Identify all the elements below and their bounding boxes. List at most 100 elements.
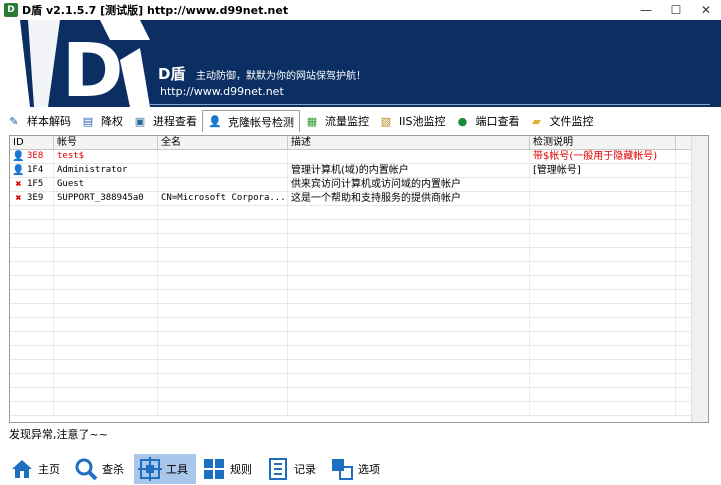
user-icon: 👤 (208, 115, 222, 128)
empty-cell (10, 206, 54, 219)
empty-cell (158, 304, 288, 317)
tab-strip: ✎ 样本解码 ▤ 降权 ▣ 进程查看 👤 克隆帐号检测 ▦ 流量监控 ▧ IIS池监控 ● 端… (2, 110, 598, 132)
empty-row (10, 304, 708, 318)
banner: D D盾 主动防御，默默为你的网站保驾护航！ http://www.d99net… (0, 20, 721, 107)
minimize-button[interactable]: — (631, 0, 661, 20)
tab-clone-account[interactable]: 👤 克隆帐号检测 (202, 110, 300, 132)
empty-cell (10, 402, 54, 415)
empty-cell (288, 346, 530, 359)
empty-cell (54, 220, 158, 233)
title-bar: D D盾 v2.1.5.7 [测试版] http://www.d99net.ne… (0, 0, 721, 20)
empty-cell (288, 402, 530, 415)
empty-row (10, 262, 708, 276)
options-icon (330, 457, 354, 481)
search-icon (74, 457, 98, 481)
table-row[interactable]: 👤 1F4 Administrator 管理计算机(域)的内置帐户 [管理帐号] (10, 164, 708, 178)
empty-cell (10, 262, 54, 275)
empty-cell (158, 248, 288, 261)
window-title: D盾 v2.1.5.7 [测试版] http://www.d99net.net (22, 4, 289, 17)
log-button[interactable]: 记录 (262, 454, 324, 484)
tab-file-monitor[interactable]: ▰ 文件监控 (524, 110, 598, 132)
banner-slogan: 主动防御，默默为你的网站保驾护航！ (196, 71, 366, 82)
empty-cell (530, 304, 676, 317)
empty-row (10, 374, 708, 388)
empty-row (10, 346, 708, 360)
tab-privilege[interactable]: ▤ 降权 (76, 110, 128, 132)
list-header: ID 帐号 全名 描述 检测说明 (10, 136, 708, 150)
empty-row (10, 402, 708, 416)
disabled-x-icon: ✖ (15, 179, 22, 190)
tab-process[interactable]: ▣ 进程查看 (128, 110, 202, 132)
empty-cell (288, 388, 530, 401)
empty-cell (530, 248, 676, 261)
detection-note-cell (530, 178, 676, 191)
column-header-fullname[interactable]: 全名 (158, 136, 288, 149)
empty-cell (158, 346, 288, 359)
banner-divider (150, 104, 710, 105)
bottom-toolbar: 主页 查杀 工具 规则 记录 选项 (0, 452, 721, 485)
empty-cell (530, 360, 676, 373)
column-header-detection-note[interactable]: 检测说明 (530, 136, 676, 149)
empty-cell (158, 290, 288, 303)
detection-note-cell (530, 192, 676, 205)
pen-icon: ✎ (9, 114, 19, 128)
empty-cell (288, 290, 530, 303)
empty-cell (54, 248, 158, 261)
empty-cell (530, 402, 676, 415)
detection-note-cell: 带$帐号(一般用于隐藏帐号) (530, 150, 676, 163)
empty-cell (54, 234, 158, 247)
fullname-cell (158, 164, 288, 177)
empty-row (10, 388, 708, 402)
empty-row (10, 332, 708, 346)
empty-cell (54, 290, 158, 303)
logo-graphic: D (0, 20, 150, 107)
tab-iis-pool[interactable]: ▧ IIS池监控 (374, 110, 450, 132)
empty-row (10, 220, 708, 234)
empty-cell (10, 388, 54, 401)
description-cell: 供来宾访问计算机或访问域的内置帐户 (288, 178, 530, 191)
empty-cell (288, 318, 530, 331)
empty-cell (54, 360, 158, 373)
grid-icon (202, 457, 226, 481)
tools-icon (138, 456, 162, 481)
tab-sample-decode[interactable]: ✎ 样本解码 (2, 110, 76, 132)
home-button[interactable]: 主页 (6, 454, 68, 484)
fullname-cell: CN=Microsoft Corpora... (158, 192, 288, 205)
empty-cell (158, 374, 288, 387)
empty-cell (288, 332, 530, 345)
account-cell: Guest (54, 178, 158, 191)
banner-url[interactable]: http://www.d99net.net (160, 85, 284, 98)
empty-rows (10, 206, 708, 416)
empty-cell (54, 388, 158, 401)
scan-button[interactable]: 查杀 (70, 454, 132, 484)
empty-cell (530, 234, 676, 247)
empty-row (10, 234, 708, 248)
empty-cell (10, 332, 54, 345)
table-row[interactable]: ✖ 3E9 SUPPORT_388945a0 CN=Microsoft Corpo… (10, 192, 708, 206)
empty-cell (530, 262, 676, 275)
account-list[interactable]: ID 帐号 全名 描述 检测说明 👤 3E8 test$ 带$帐号(一般用于隐藏帐… (9, 135, 709, 423)
account-cell: test$ (54, 150, 158, 163)
vertical-scrollbar[interactable] (691, 136, 708, 422)
empty-cell (10, 276, 54, 289)
options-button[interactable]: 选项 (326, 454, 388, 484)
empty-cell (10, 318, 54, 331)
log-icon (266, 457, 290, 481)
tools-button[interactable]: 工具 (134, 453, 196, 484)
fullname-cell (158, 150, 288, 163)
table-row[interactable]: ✖ 1F5 Guest 供来宾访问计算机或访问域的内置帐户 (10, 178, 708, 192)
column-header-description[interactable]: 描述 (288, 136, 530, 149)
column-header-id[interactable]: ID (10, 136, 54, 149)
empty-cell (158, 206, 288, 219)
empty-cell (10, 248, 54, 261)
table-row[interactable]: 👤 3E8 test$ 带$帐号(一般用于隐藏帐号) (10, 150, 708, 164)
close-button[interactable]: ✕ (691, 0, 721, 20)
maximize-button[interactable]: ☐ (661, 0, 691, 20)
empty-cell (158, 276, 288, 289)
empty-cell (10, 360, 54, 373)
tab-ports[interactable]: ● 端口查看 (450, 110, 524, 132)
column-header-account[interactable]: 帐号 (54, 136, 158, 149)
rules-button[interactable]: 规则 (198, 454, 260, 484)
empty-cell (10, 304, 54, 317)
tab-traffic[interactable]: ▦ 流量监控 (300, 110, 374, 132)
